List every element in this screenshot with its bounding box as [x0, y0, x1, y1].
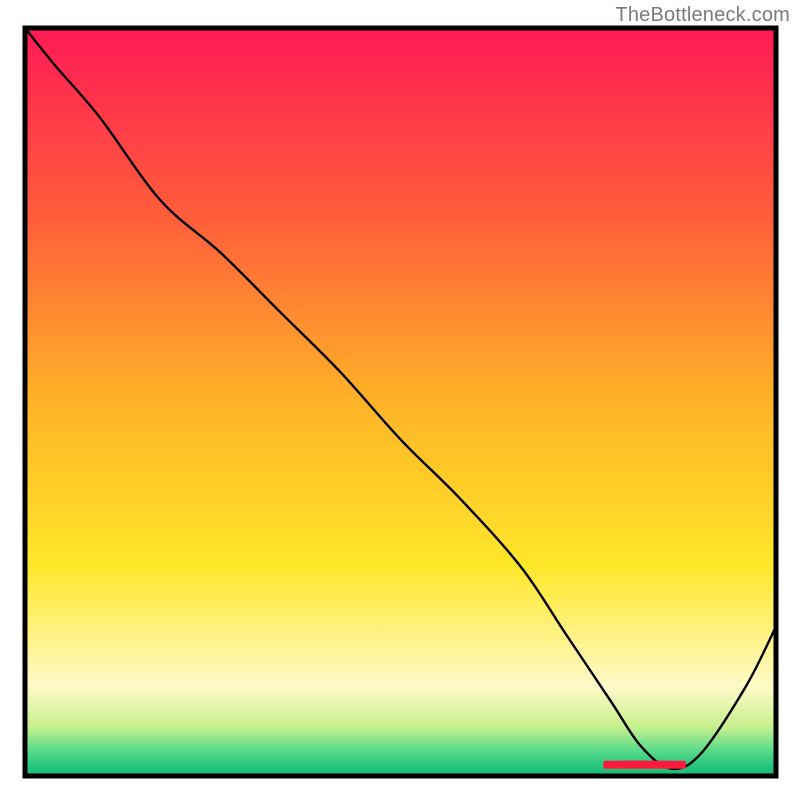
chart-container: { "attribution": "TheBottleneck.com", "o…	[0, 0, 800, 800]
optimum-label: OPTIMUM	[619, 759, 670, 770]
gradient-background	[25, 28, 776, 776]
bottleneck-chart	[0, 0, 800, 800]
